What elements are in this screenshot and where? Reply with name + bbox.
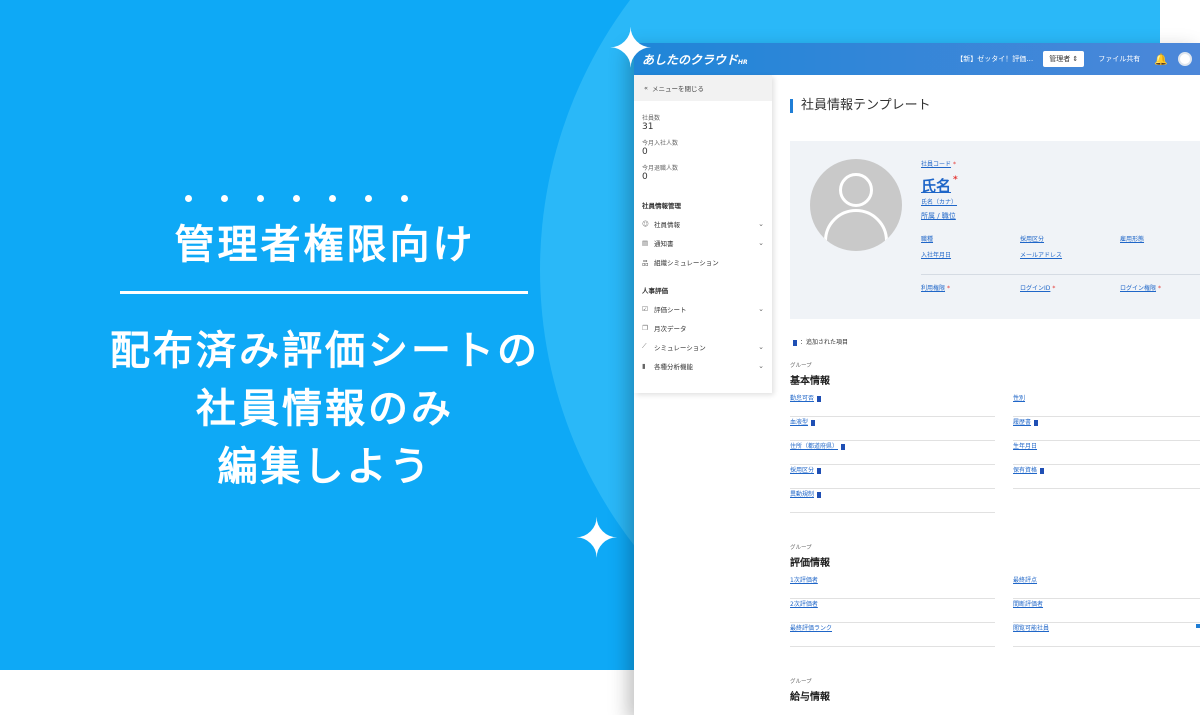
section-title: 社員情報管理 (642, 202, 681, 210)
bookmark-icon (793, 339, 797, 346)
main-content: 社員情報テンプレート 社員コード * 氏名 * 氏名（カナ） 所属 / 職位 職種 … (780, 75, 1200, 715)
hero-line-3: 編集しよう (217, 444, 433, 490)
field-row[interactable]: 異動規制 (790, 489, 995, 513)
sidebar-item-org-simulation[interactable]: 品 組織シミュレーション (634, 252, 772, 271)
sidebar-item-employee-info[interactable]: ☺ 社員情報 ⌄ (634, 214, 772, 233)
field-row[interactable]: 間断評価者 (1013, 599, 1200, 623)
employment-type-field[interactable]: 雇用形態 (1120, 234, 1144, 243)
scroll-indicator[interactable] (1196, 624, 1200, 628)
hero-kicker: 管理者権限向け (174, 222, 476, 268)
group-label: グループ (790, 679, 812, 685)
stat-label: 今月入社人数 (642, 140, 679, 147)
sidebar-item-monthly-data[interactable]: ❐ 月次データ (634, 318, 772, 337)
notice-link[interactable]: 【新】ゼッタイ！評価… (956, 54, 1033, 64)
user-avatar[interactable] (1178, 52, 1192, 66)
employee-code-field[interactable]: 社員コード * (921, 159, 956, 168)
chevron-down-icon: ⌄ (758, 238, 764, 247)
app-window: あしたのクラウドHR 【新】ゼッタイ！評価… 管理者 ⇕ ファイル共有 🔔 « … (634, 43, 1200, 715)
hire-date-field[interactable]: 入社年月日 (921, 250, 951, 259)
field-row[interactable]: 血液型 (790, 417, 995, 441)
stat-label: 社員数 (642, 115, 661, 122)
group-label: グループ (790, 545, 812, 551)
dept-title-field[interactable]: 所属 / 職位 (921, 211, 956, 221)
field-row[interactable]: 2次評価者 (790, 599, 995, 623)
field-row[interactable]: 閲覧可能社員 (1013, 623, 1200, 647)
app-logo[interactable]: あしたのクラウドHR (642, 51, 748, 68)
document-icon: ▤ (642, 238, 649, 247)
profile-card: 社員コード * 氏名 * 氏名（カナ） 所属 / 職位 職種 採用区分 雇用形態 入… (790, 141, 1200, 319)
email-field[interactable]: メールアドレス (1020, 250, 1062, 259)
file-share-link[interactable]: ファイル共有 (1098, 54, 1140, 64)
field-row[interactable]: 最終評価ランク (790, 623, 995, 647)
bookmark-icon (817, 467, 822, 474)
chevron-down-icon: ⌄ (758, 361, 764, 370)
top-bar: あしたのクラウドHR 【新】ゼッタイ！評価… 管理者 ⇕ ファイル共有 🔔 (634, 43, 1200, 75)
group-title: 評価情報 (790, 558, 830, 569)
stat-value: 0 (642, 147, 648, 157)
legend: ：追加された項目 (790, 337, 848, 346)
checklist-icon: ☑ (642, 304, 648, 313)
bookmark-icon (841, 443, 846, 450)
bookmark-icon (817, 491, 822, 498)
hero-headline: 配布済み評価シートの 社員情報のみ 編集しよう (0, 322, 650, 496)
emphasis-dots (185, 195, 408, 202)
sidebar-item-notices[interactable]: ▤ 通知書 ⌄ (634, 233, 772, 252)
simulation-icon: ⟋ (642, 342, 647, 350)
field-row[interactable]: 生年月日 (1013, 441, 1200, 465)
stats-panel: 社員数 31 今月入社人数 0 今月退職人数 0 (634, 101, 772, 192)
sidebar-item-evaluation-sheet[interactable]: ☑ 評価シート ⌄ (634, 299, 772, 318)
person-icon: ☺ (642, 219, 649, 228)
group-title: 基本情報 (790, 376, 830, 387)
avatar (810, 159, 902, 251)
stat-label: 今月退職人数 (642, 165, 679, 172)
chevron-down-icon: ⌄ (758, 219, 764, 228)
login-id-field[interactable]: ログインID * (1020, 283, 1055, 292)
field-row[interactable]: 採用区分 (790, 465, 995, 489)
hiring-type-field[interactable]: 採用区分 (1020, 234, 1044, 243)
stat-value: 0 (642, 172, 648, 182)
double-chevron-left-icon: « (644, 84, 648, 92)
hero-line-2: 社員情報のみ (196, 386, 454, 432)
group-title: 給与情報 (790, 692, 830, 703)
name-kana-field[interactable]: 氏名（カナ） (921, 197, 957, 206)
bar-chart-icon: ▮ (642, 361, 646, 370)
section-title: 人事評価 (642, 287, 668, 295)
close-menu-label: メニューを閉じる (651, 85, 704, 93)
bookmark-icon (1034, 419, 1039, 426)
sidebar-item-analysis[interactable]: ▮ 各種分析機能 ⌄ (634, 356, 772, 375)
bookmark-icon (817, 395, 822, 402)
field-row[interactable]: 勤怠可否 (790, 393, 995, 417)
page-title: 社員情報テンプレート (790, 99, 931, 113)
group-label: グループ (790, 363, 812, 369)
bookmark-icon (811, 419, 816, 426)
sidebar-item-simulation[interactable]: ⟋ シミュレーション ⌄ (634, 337, 772, 356)
login-permission-field[interactable]: ログイン権限 * (1120, 283, 1161, 292)
field-row[interactable]: 住所（都道府県） (790, 441, 995, 465)
job-type-field[interactable]: 職種 (921, 234, 933, 243)
field-row[interactable]: 1次評価者 (790, 575, 995, 599)
hero-divider (120, 291, 528, 294)
sidebar: « メニューを閉じる 社員数 31 今月入社人数 0 今月退職人数 0 社員情報… (634, 75, 772, 393)
field-row[interactable]: 性別 (1013, 393, 1200, 417)
copy-icon: ❐ (642, 323, 648, 332)
hero-line-1: 配布済み評価シートの (110, 328, 540, 374)
field-row[interactable]: 保有資格 (1013, 465, 1200, 489)
sparkle-icon: ✦ (608, 17, 654, 80)
org-chart-icon: 品 (642, 258, 649, 267)
field-row[interactable]: 最終評点 (1013, 575, 1200, 599)
role-select[interactable]: 管理者 ⇕ (1043, 51, 1085, 67)
bookmark-icon (1040, 467, 1045, 474)
chevron-down-icon: ⌄ (758, 342, 764, 351)
sparkle-icon: ✦ (574, 507, 620, 570)
close-menu-button[interactable]: « メニューを閉じる (634, 75, 772, 101)
field-row[interactable]: 履歴書 (1013, 417, 1200, 441)
bell-icon[interactable]: 🔔 (1154, 53, 1168, 66)
stat-value: 31 (642, 122, 654, 132)
usage-permission-field[interactable]: 利用権限 * (921, 283, 950, 292)
chevron-down-icon: ⌄ (758, 304, 764, 313)
name-field[interactable]: 氏名 * (921, 175, 958, 196)
